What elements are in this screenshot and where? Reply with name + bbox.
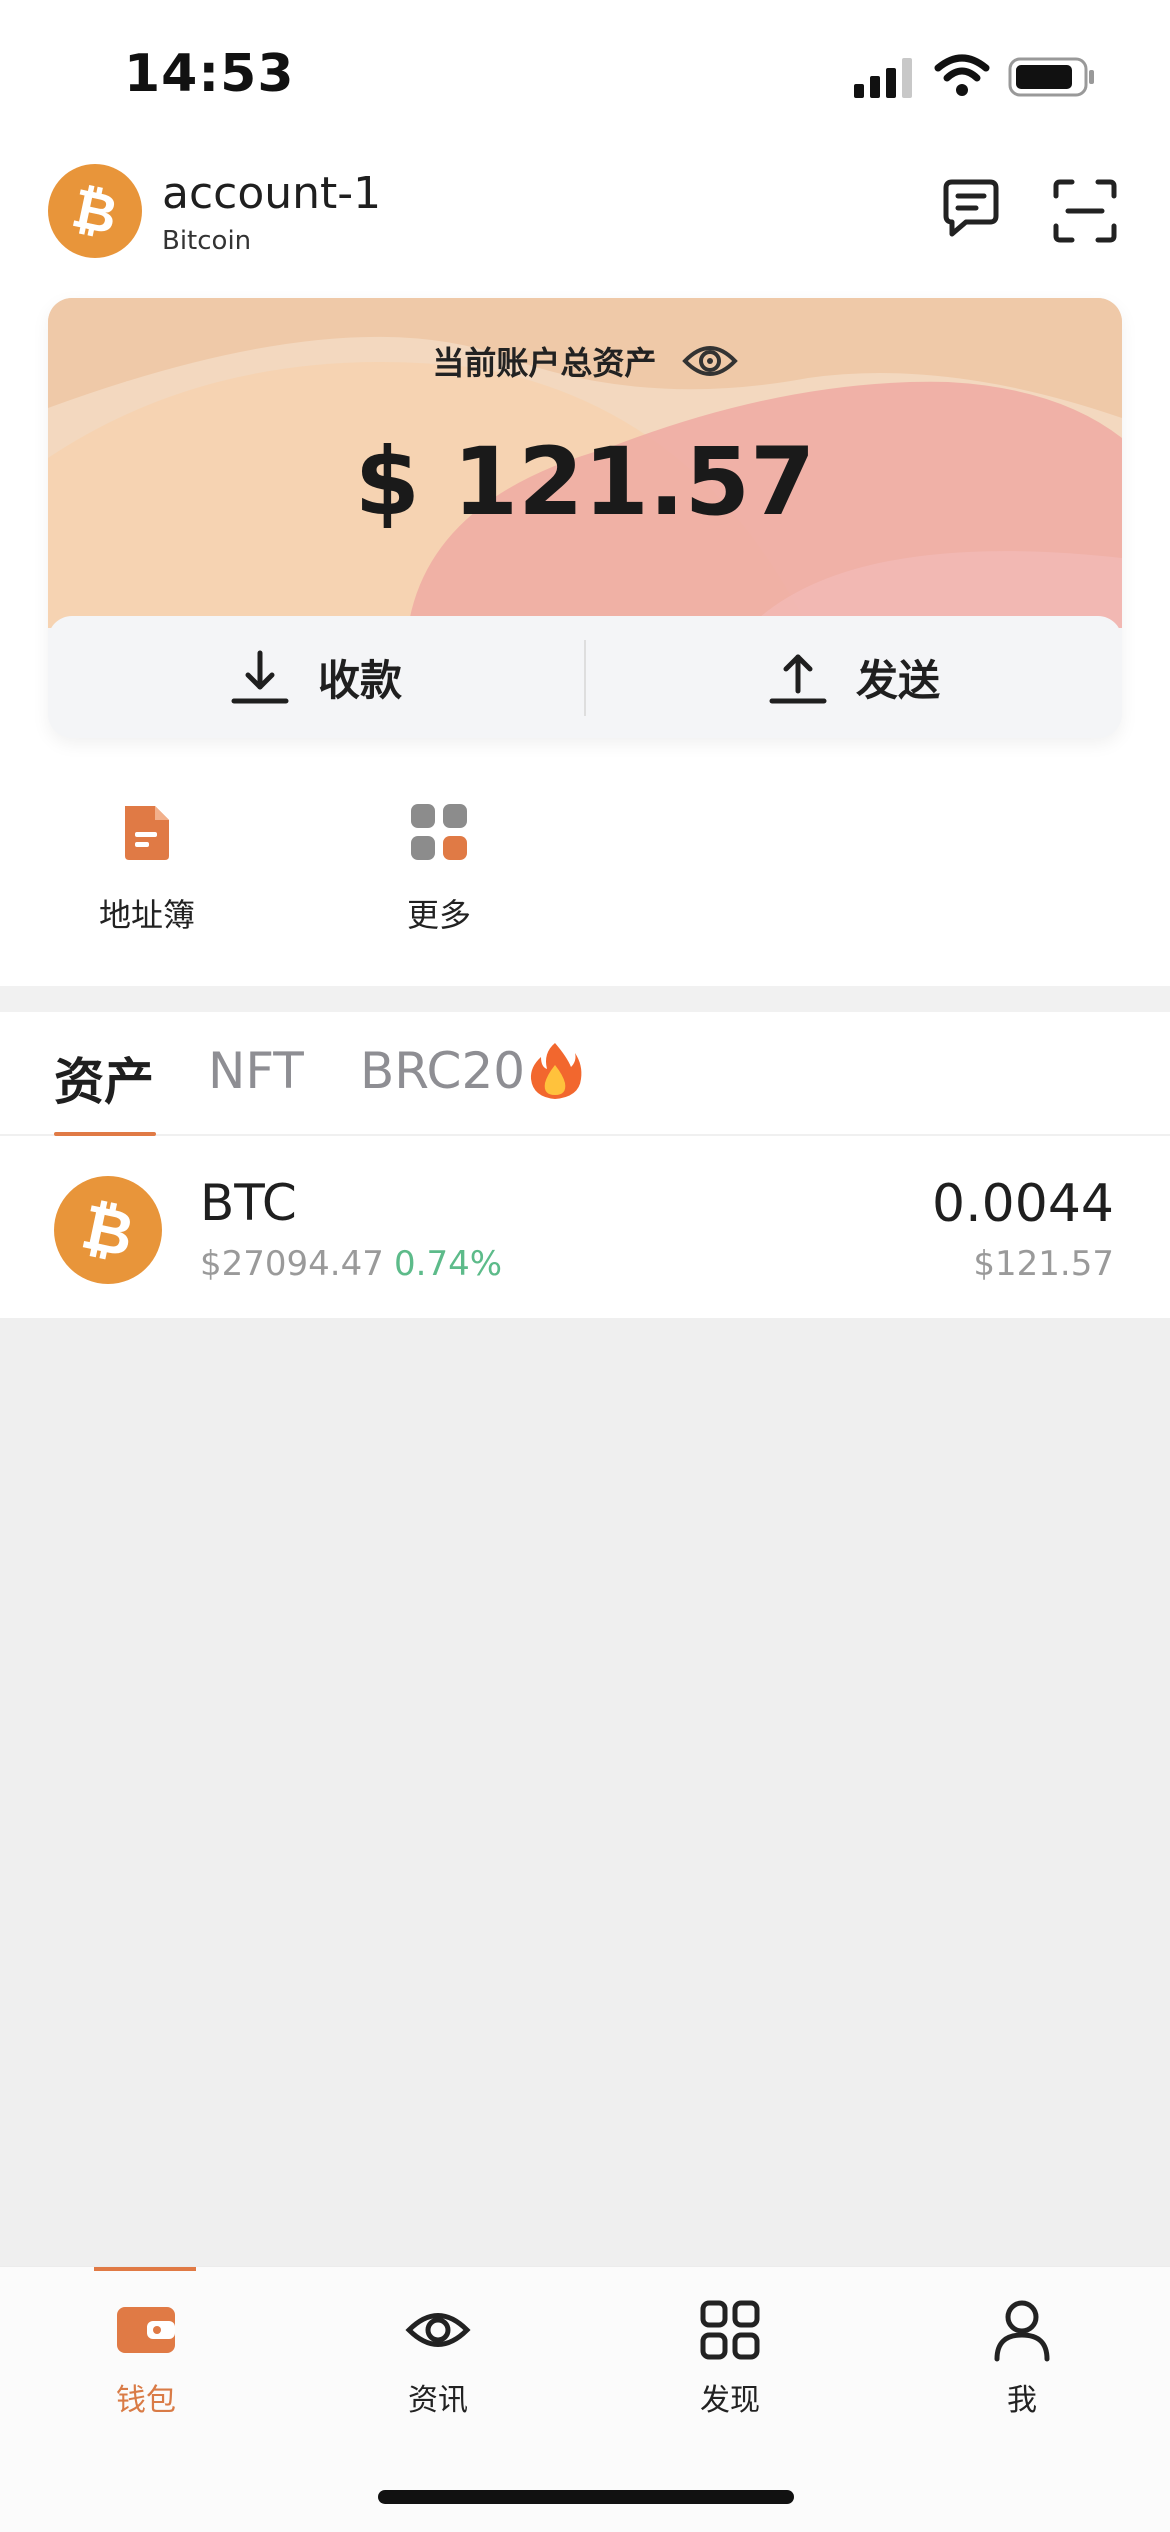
balance-card: 当前账户总资产 $ 121.57 收款 发送 <box>48 298 1122 738</box>
grid-icon <box>411 804 467 860</box>
asset-symbol: BTC <box>200 1174 297 1232</box>
btc-coin-icon: ₿ <box>54 1176 162 1284</box>
bitcoin-icon: ₿ <box>76 1190 141 1272</box>
tab-brc20[interactable]: BRC20 <box>360 1042 583 1103</box>
asset-price: $27094.47 <box>200 1244 384 1284</box>
eye-icon <box>405 2313 471 2347</box>
wallet-icon <box>117 2307 175 2353</box>
download-icon <box>231 650 289 704</box>
eye-icon[interactable] <box>681 341 738 381</box>
asset-tabs: 资产 NFT BRC20 <box>0 1012 1170 1136</box>
document-icon <box>125 806 169 860</box>
scan-icon[interactable] <box>1050 176 1120 246</box>
wifi-icon <box>934 54 990 96</box>
nav-me[interactable]: 我 <box>876 2267 1168 2447</box>
asset-amount: 0.0044 <box>932 1174 1114 1234</box>
status-time: 14:53 <box>124 44 295 104</box>
nav-me-label: 我 <box>1007 2383 1037 2418</box>
more-shortcut[interactable]: 更多 <box>354 800 524 950</box>
total-balance: $ 121.57 <box>354 428 816 537</box>
tab-nft[interactable]: NFT <box>208 1042 304 1100</box>
send-label: 发送 <box>855 655 940 705</box>
asset-row-btc[interactable]: ₿ BTC $27094.47 0.74% 0.0044 $121.57 <box>0 1136 1170 1318</box>
status-bar: 14:53 <box>0 0 1170 150</box>
account-name[interactable]: account-1 <box>162 168 381 219</box>
total-assets-label: 当前账户总资产 <box>432 344 657 382</box>
nav-discover-label: 发现 <box>700 2383 760 2418</box>
card-actions: 收款 发送 <box>48 616 1122 738</box>
tab-assets[interactable]: 资产 <box>54 1042 154 1114</box>
more-label: 更多 <box>406 896 471 934</box>
nav-discover[interactable]: 发现 <box>584 2267 876 2447</box>
asset-change: 0.74% <box>394 1244 503 1284</box>
svg-text:₿: ₿ <box>76 1190 141 1272</box>
nav-wallet[interactable]: 钱包 <box>0 2267 292 2447</box>
receive-button[interactable]: 收款 <box>48 616 584 738</box>
home-indicator[interactable] <box>378 2490 794 2504</box>
address-book-label: 地址簿 <box>98 896 195 934</box>
address-book-shortcut[interactable]: 地址簿 <box>62 800 232 950</box>
grid-icon <box>700 2300 760 2360</box>
wallet-screen: 14:53 ₿ account-1 Bitcoin 当前账户总资产 $ 121.… <box>0 0 1170 2532</box>
tab-brc20-label: BRC20 <box>360 1042 526 1100</box>
nav-news-label: 资讯 <box>408 2383 468 2418</box>
user-icon <box>994 2300 1050 2362</box>
message-icon[interactable] <box>936 176 1006 246</box>
nav-news[interactable]: 资讯 <box>292 2267 584 2447</box>
total-assets-title: 当前账户总资产 <box>48 338 1122 384</box>
upload-icon <box>769 654 827 704</box>
battery-icon <box>1008 57 1094 97</box>
receive-label: 收款 <box>317 655 402 705</box>
account-chain: Bitcoin <box>162 226 252 256</box>
fire-icon <box>531 1042 582 1099</box>
asset-value: $121.57 <box>973 1244 1114 1284</box>
nav-wallet-label: 钱包 <box>116 2383 176 2418</box>
send-button[interactable]: 发送 <box>586 616 1122 738</box>
cellular-signal-icon <box>854 58 912 98</box>
bitcoin-icon: ₿ <box>67 176 123 247</box>
bitcoin-avatar[interactable]: ₿ <box>48 164 142 258</box>
section-separator <box>0 986 1170 1012</box>
account-header: ₿ account-1 Bitcoin <box>0 150 1170 290</box>
svg-text:₿: ₿ <box>67 176 123 247</box>
